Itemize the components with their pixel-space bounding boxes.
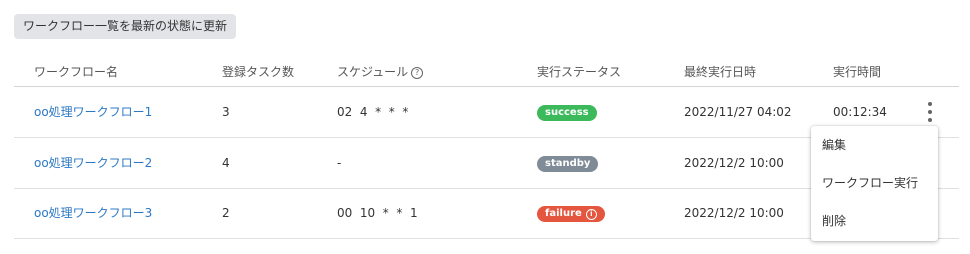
header-duration[interactable]: 実行時間: [833, 57, 881, 87]
task-count: 3: [222, 105, 230, 119]
status-badge-label: failure: [545, 207, 582, 219]
header-schedule-label: スケジュール: [337, 65, 409, 79]
task-count: 4: [222, 156, 230, 170]
menu-item-run-workflow[interactable]: ワークフロー実行: [811, 164, 938, 202]
schedule-cron: 02 4 * * *: [337, 105, 409, 119]
info-circle-icon[interactable]: i: [585, 208, 597, 220]
header-schedule[interactable]: スケジュール?: [337, 57, 424, 87]
refresh-list-button[interactable]: ワークフロー一覧を最新の状態に更新: [14, 14, 237, 39]
kebab-dot: [928, 102, 932, 106]
question-circle-icon[interactable]: ?: [411, 67, 424, 79]
task-count: 2: [222, 206, 230, 220]
last-run-datetime: 2022/12/2 10:00: [684, 206, 784, 220]
row-actions-kebab-icon[interactable]: [922, 101, 938, 123]
schedule-cron: -: [337, 156, 342, 170]
workflow-name-link[interactable]: oo処理ワークフロー2: [34, 156, 152, 170]
status-badge: standby: [537, 155, 599, 172]
kebab-dot: [928, 118, 932, 122]
header-task-count[interactable]: 登録タスク数: [222, 57, 294, 87]
status-badge[interactable]: failure i: [537, 205, 605, 222]
last-run-datetime: 2022/11/27 04:02: [684, 105, 792, 119]
header-last-run[interactable]: 最終実行日時: [684, 57, 756, 87]
menu-item-edit[interactable]: 編集: [811, 126, 938, 164]
row-actions-menu: 編集 ワークフロー実行 削除: [811, 126, 938, 241]
header-name[interactable]: ワークフロー名: [34, 57, 118, 87]
header-status[interactable]: 実行ステータス: [537, 57, 621, 87]
schedule-cron: 00 10 * * 1: [337, 206, 418, 220]
kebab-dot: [928, 110, 932, 114]
last-run-datetime: 2022/12/2 10:00: [684, 156, 784, 170]
workflow-name-link[interactable]: oo処理ワークフロー3: [34, 206, 152, 220]
status-badge: success: [537, 104, 597, 121]
workflow-name-link[interactable]: oo処理ワークフロー1: [34, 105, 152, 119]
menu-item-delete[interactable]: 削除: [811, 202, 938, 240]
